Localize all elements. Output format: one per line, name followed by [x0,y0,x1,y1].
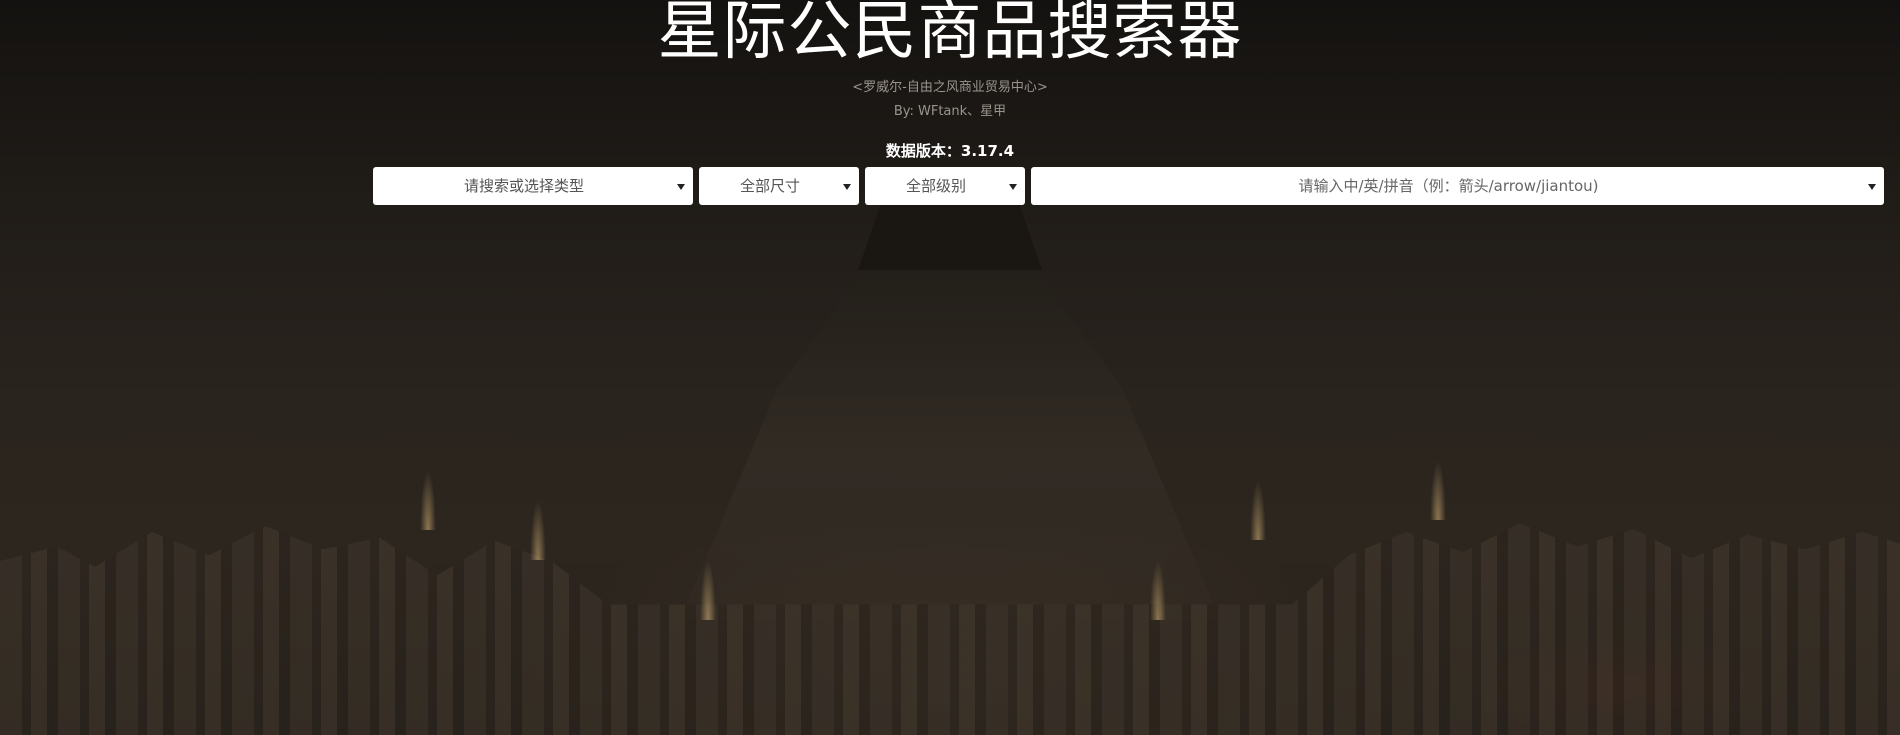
data-version: 数据版本：3.17.4 [0,141,1900,161]
background-light [420,470,436,530]
background-light [1250,480,1266,540]
background-light [530,500,546,560]
level-select-value: 全部级别 [905,177,966,195]
data-version-label: 数据版本： [885,142,961,160]
background-tower [680,200,1220,620]
size-select-value: 全部尺寸 [739,177,800,195]
chevron-down-icon [1868,184,1876,190]
type-select[interactable]: 请搜索或选择类型 [373,167,693,205]
data-version-value: 3.17.4 [960,142,1015,160]
background-light [700,560,716,620]
chevron-down-icon [1009,184,1017,190]
item-search-placeholder: 请输入中/英/拼音（例：箭头/arrow/jiantou) [1298,177,1599,195]
background-light [1430,460,1446,520]
chevron-down-icon [843,184,851,190]
page-title: 星际公民商品搜索器 [657,0,1243,69]
level-select[interactable]: 全部级别 [865,167,1025,205]
page-subtitle: <罗威尔-自由之风商业贸易中心> [852,80,1048,95]
author-credit: By: WFtank、星甲 [893,104,1007,119]
chevron-down-icon [677,184,685,190]
type-select-placeholder: 请搜索或选择类型 [463,177,584,195]
background-light [1150,560,1166,620]
size-select[interactable]: 全部尺寸 [699,167,859,205]
item-search-select[interactable]: 请输入中/英/拼音（例：箭头/arrow/jiantou) [1031,167,1884,205]
background-cityscape [0,523,1900,735]
